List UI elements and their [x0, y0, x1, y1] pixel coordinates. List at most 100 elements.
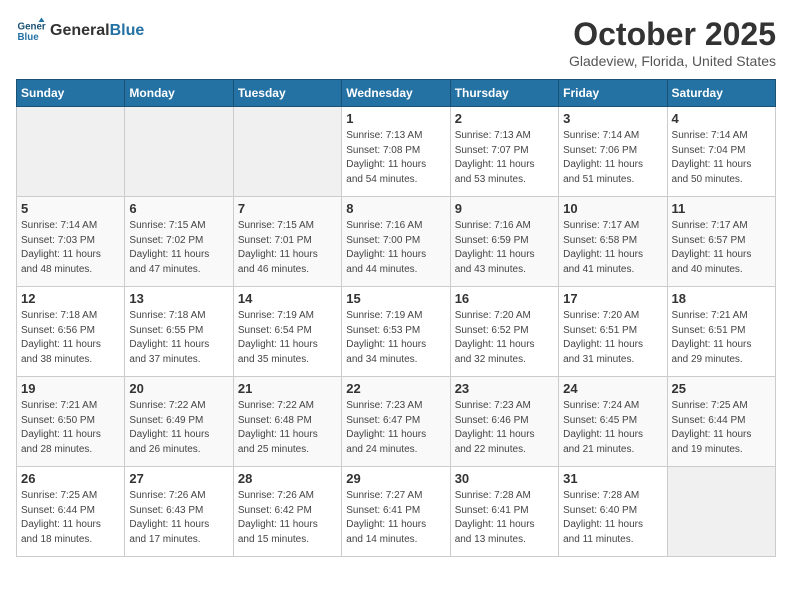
- day-info: Sunrise: 7:14 AMSunset: 7:06 PMDaylight:…: [563, 129, 662, 187]
- day-number: 19: [21, 381, 120, 396]
- day-number: 5: [21, 201, 120, 216]
- logo-text: GeneralBlue: [50, 22, 144, 40]
- day-info: Sunrise: 7:17 AMSunset: 6:57 PMDaylight:…: [672, 219, 771, 277]
- day-info: Sunrise: 7:17 AMSunset: 6:58 PMDaylight:…: [563, 219, 662, 277]
- day-number: 4: [672, 111, 771, 126]
- day-info: Sunrise: 7:20 AMSunset: 6:52 PMDaylight:…: [455, 309, 554, 367]
- day-info: Sunrise: 7:26 AMSunset: 6:43 PMDaylight:…: [129, 489, 228, 547]
- day-number: 27: [129, 471, 228, 486]
- calendar-cell: 5 Sunrise: 7:14 AMSunset: 7:03 PMDaylight…: [17, 197, 125, 287]
- logo: General Blue GeneralBlue: [16, 16, 144, 46]
- logo-icon: General Blue: [16, 16, 46, 46]
- calendar-cell: 3 Sunrise: 7:14 AMSunset: 7:06 PMDaylight…: [559, 107, 667, 197]
- calendar-cell: 20 Sunrise: 7:22 AMSunset: 6:49 PMDayligh…: [125, 377, 233, 467]
- calendar-cell: 19 Sunrise: 7:21 AMSunset: 6:50 PMDayligh…: [17, 377, 125, 467]
- weekday-header-monday: Monday: [125, 80, 233, 107]
- calendar-cell: [125, 107, 233, 197]
- calendar-cell: 8Sunrise: 7:16 AMSunset: 7:00 PMDaylight…: [342, 197, 450, 287]
- weekday-header-wednesday: Wednesday: [342, 80, 450, 107]
- day-info: Sunrise: 7:13 AMSunset: 7:07 PMDaylight:…: [455, 129, 554, 187]
- calendar-cell: 17Sunrise: 7:20 AMSunset: 6:51 PMDayligh…: [559, 287, 667, 377]
- day-info: Sunrise: 7:21 AMSunset: 6:51 PMDaylight:…: [672, 309, 771, 367]
- calendar-cell: 11 Sunrise: 7:17 AMSunset: 6:57 PMDayligh…: [667, 197, 775, 287]
- day-number: 28: [238, 471, 337, 486]
- day-number: 16: [455, 291, 554, 306]
- calendar-cell: 10 Sunrise: 7:17 AMSunset: 6:58 PMDayligh…: [559, 197, 667, 287]
- day-info: Sunrise: 7:15 AMSunset: 7:01 PMDaylight:…: [238, 219, 337, 277]
- day-info: Sunrise: 7:23 AMSunset: 6:46 PMDaylight:…: [455, 399, 554, 457]
- day-number: 2: [455, 111, 554, 126]
- calendar-cell: [17, 107, 125, 197]
- calendar-cell: 13 Sunrise: 7:18 AMSunset: 6:55 PMDayligh…: [125, 287, 233, 377]
- calendar-cell: 18 Sunrise: 7:21 AMSunset: 6:51 PMDayligh…: [667, 287, 775, 377]
- calendar-table: SundayMondayTuesdayWednesdayThursdayFrid…: [16, 79, 776, 557]
- calendar-cell: 31Sunrise: 7:28 AMSunset: 6:40 PMDayligh…: [559, 467, 667, 557]
- day-number: 25: [672, 381, 771, 396]
- day-info: Sunrise: 7:13 AMSunset: 7:08 PMDaylight:…: [346, 129, 445, 187]
- day-number: 12: [21, 291, 120, 306]
- calendar-cell: 30Sunrise: 7:28 AMSunset: 6:41 PMDayligh…: [450, 467, 558, 557]
- weekday-header-friday: Friday: [559, 80, 667, 107]
- day-number: 30: [455, 471, 554, 486]
- day-number: 26: [21, 471, 120, 486]
- calendar-cell: [233, 107, 341, 197]
- day-number: 11: [672, 201, 771, 216]
- day-info: Sunrise: 7:25 AMSunset: 6:44 PMDaylight:…: [21, 489, 120, 547]
- day-info: Sunrise: 7:18 AMSunset: 6:56 PMDaylight:…: [21, 309, 120, 367]
- day-number: 24: [563, 381, 662, 396]
- calendar-cell: 29 Sunrise: 7:27 AMSunset: 6:41 PMDayligh…: [342, 467, 450, 557]
- day-info: Sunrise: 7:27 AMSunset: 6:41 PMDaylight:…: [346, 489, 445, 547]
- calendar-cell: 23 Sunrise: 7:23 AMSunset: 6:46 PMDayligh…: [450, 377, 558, 467]
- calendar-cell: 2 Sunrise: 7:13 AMSunset: 7:07 PMDaylight…: [450, 107, 558, 197]
- day-number: 9: [455, 201, 554, 216]
- title-block: October 2025 Gladeview, Florida, United …: [569, 16, 776, 69]
- day-info: Sunrise: 7:21 AMSunset: 6:50 PMDaylight:…: [21, 399, 120, 457]
- day-number: 3: [563, 111, 662, 126]
- calendar-cell: 21 Sunrise: 7:22 AMSunset: 6:48 PMDayligh…: [233, 377, 341, 467]
- day-number: 10: [563, 201, 662, 216]
- weekday-header-saturday: Saturday: [667, 80, 775, 107]
- svg-text:Blue: Blue: [18, 32, 40, 43]
- calendar-cell: [667, 467, 775, 557]
- calendar-cell: 6 Sunrise: 7:15 AMSunset: 7:02 PMDaylight…: [125, 197, 233, 287]
- day-info: Sunrise: 7:18 AMSunset: 6:55 PMDaylight:…: [129, 309, 228, 367]
- day-number: 14: [238, 291, 337, 306]
- calendar-cell: 1Sunrise: 7:13 AMSunset: 7:08 PMDaylight…: [342, 107, 450, 197]
- day-number: 18: [672, 291, 771, 306]
- weekday-header-row: SundayMondayTuesdayWednesdayThursdayFrid…: [17, 80, 776, 107]
- day-number: 13: [129, 291, 228, 306]
- day-info: Sunrise: 7:26 AMSunset: 6:42 PMDaylight:…: [238, 489, 337, 547]
- calendar-cell: 4 Sunrise: 7:14 AMSunset: 7:04 PMDaylight…: [667, 107, 775, 197]
- calendar-week-5: 26 Sunrise: 7:25 AMSunset: 6:44 PMDayligh…: [17, 467, 776, 557]
- calendar-week-2: 5 Sunrise: 7:14 AMSunset: 7:03 PMDaylight…: [17, 197, 776, 287]
- day-number: 21: [238, 381, 337, 396]
- day-info: Sunrise: 7:22 AMSunset: 6:49 PMDaylight:…: [129, 399, 228, 457]
- day-number: 23: [455, 381, 554, 396]
- page-header: General Blue GeneralBlue October 2025 Gl…: [16, 16, 776, 69]
- svg-text:General: General: [18, 22, 47, 33]
- day-info: Sunrise: 7:15 AMSunset: 7:02 PMDaylight:…: [129, 219, 228, 277]
- day-info: Sunrise: 7:14 AMSunset: 7:03 PMDaylight:…: [21, 219, 120, 277]
- calendar-cell: 26 Sunrise: 7:25 AMSunset: 6:44 PMDayligh…: [17, 467, 125, 557]
- calendar-cell: 24Sunrise: 7:24 AMSunset: 6:45 PMDayligh…: [559, 377, 667, 467]
- weekday-header-thursday: Thursday: [450, 80, 558, 107]
- day-info: Sunrise: 7:22 AMSunset: 6:48 PMDaylight:…: [238, 399, 337, 457]
- day-info: Sunrise: 7:19 AMSunset: 6:53 PMDaylight:…: [346, 309, 445, 367]
- calendar-week-1: 1Sunrise: 7:13 AMSunset: 7:08 PMDaylight…: [17, 107, 776, 197]
- logo-blue: Blue: [110, 22, 145, 39]
- day-number: 15: [346, 291, 445, 306]
- calendar-cell: 7 Sunrise: 7:15 AMSunset: 7:01 PMDaylight…: [233, 197, 341, 287]
- day-number: 20: [129, 381, 228, 396]
- day-info: Sunrise: 7:28 AMSunset: 6:40 PMDaylight:…: [563, 489, 662, 547]
- calendar-cell: 14Sunrise: 7:19 AMSunset: 6:54 PMDayligh…: [233, 287, 341, 377]
- month-title: October 2025: [569, 16, 776, 53]
- day-number: 29: [346, 471, 445, 486]
- calendar-cell: 28 Sunrise: 7:26 AMSunset: 6:42 PMDayligh…: [233, 467, 341, 557]
- day-info: Sunrise: 7:20 AMSunset: 6:51 PMDaylight:…: [563, 309, 662, 367]
- weekday-header-tuesday: Tuesday: [233, 80, 341, 107]
- calendar-cell: 12 Sunrise: 7:18 AMSunset: 6:56 PMDayligh…: [17, 287, 125, 377]
- calendar-week-4: 19 Sunrise: 7:21 AMSunset: 6:50 PMDayligh…: [17, 377, 776, 467]
- day-info: Sunrise: 7:14 AMSunset: 7:04 PMDaylight:…: [672, 129, 771, 187]
- day-number: 7: [238, 201, 337, 216]
- day-number: 6: [129, 201, 228, 216]
